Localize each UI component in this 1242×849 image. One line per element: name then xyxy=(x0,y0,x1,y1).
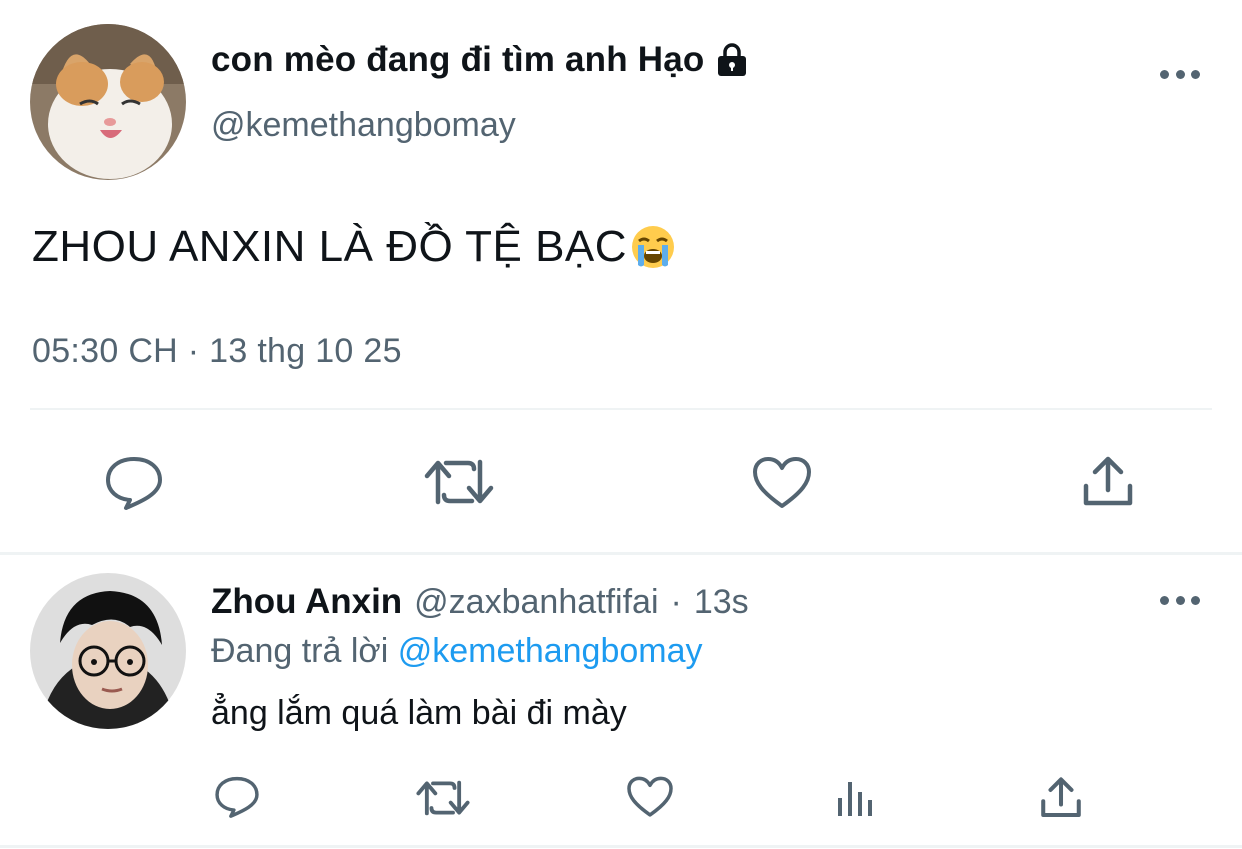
tweet-timestamp[interactable]: 05:30 CH · 13 thg 10 25 xyxy=(32,332,402,371)
cat-avatar-image xyxy=(30,24,186,180)
author-name-row: con mèo đang đi tìm anh Hạo xyxy=(211,40,749,80)
replying-to-label: Đang trả lời xyxy=(211,632,389,670)
author-display-name[interactable]: con mèo đang đi tìm anh Hạo xyxy=(211,40,705,80)
section-separator xyxy=(0,845,1242,848)
loudly-crying-face-icon xyxy=(629,223,677,271)
retweet-icon[interactable] xyxy=(416,778,470,818)
reply-text: ẳng lắm quá làm bài đi mày xyxy=(211,694,627,732)
replying-to-link[interactable]: @kemethangbomay xyxy=(398,632,703,670)
reply-icon[interactable] xyxy=(104,455,164,511)
author-handle[interactable]: @kemethangbomay xyxy=(211,106,516,145)
reply-author-avatar[interactable] xyxy=(30,573,186,729)
tweet-text: ZHOU ANXIN LÀ ĐỒ TỆ BẠC xyxy=(32,222,677,272)
dot-separator: · xyxy=(670,583,682,621)
author-avatar[interactable] xyxy=(30,24,186,180)
more-options-icon[interactable] xyxy=(1160,594,1200,606)
tweet-text-content: ZHOU ANXIN LÀ ĐỒ TỆ BẠC xyxy=(32,222,628,271)
like-icon[interactable] xyxy=(626,776,674,818)
lock-icon xyxy=(715,42,749,78)
person-avatar-image xyxy=(30,573,186,729)
retweet-icon[interactable] xyxy=(424,456,494,508)
replying-to-row: Đang trả lời @kemethangbomay xyxy=(211,632,703,671)
reply-time[interactable]: 13s xyxy=(694,583,749,622)
share-icon[interactable] xyxy=(1040,777,1082,819)
section-separator xyxy=(0,552,1242,555)
like-icon[interactable] xyxy=(752,456,812,510)
divider xyxy=(30,408,1212,410)
reply-header: Zhou Anxin @zaxbanhatfifai · 13s xyxy=(211,582,749,622)
reply-icon[interactable] xyxy=(214,775,260,819)
reply-handle[interactable]: @zaxbanhatfifai xyxy=(414,583,658,622)
share-icon[interactable] xyxy=(1082,456,1134,508)
reply-display-name[interactable]: Zhou Anxin xyxy=(211,582,402,622)
analytics-icon[interactable] xyxy=(836,778,876,818)
more-options-icon[interactable] xyxy=(1160,68,1200,80)
